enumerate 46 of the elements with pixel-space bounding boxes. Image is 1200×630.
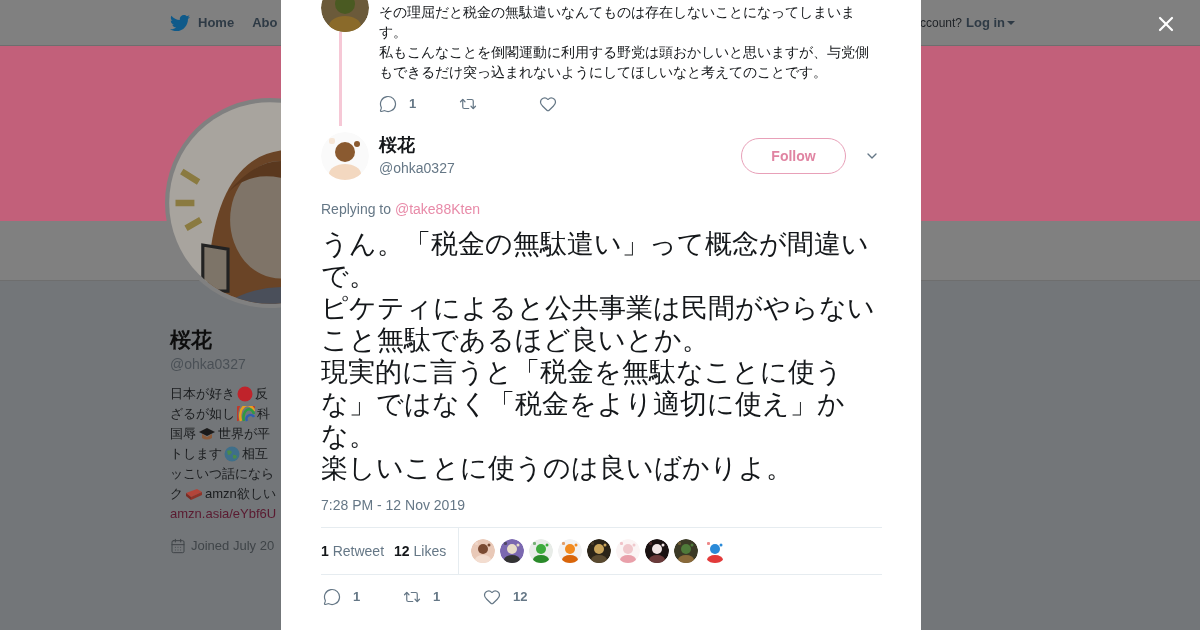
- bio-text: 相互: [242, 445, 268, 464]
- action-count: 12: [513, 588, 528, 606]
- graduation-cap-icon: [198, 426, 216, 442]
- brick-icon: [185, 487, 203, 501]
- bird-icon: [170, 12, 190, 33]
- author-handle: @ohka0327: [379, 159, 455, 178]
- like-icon[interactable]: [539, 94, 557, 113]
- tweet-text: その理屈だと税金の無駄遣いなんてものは存在しないことになってしまいます。: [379, 3, 856, 42]
- nav-link[interactable]: Home: [170, 12, 235, 33]
- mention-link[interactable]: @take88Kten: [394, 201, 480, 217]
- bio-text: トします: [170, 445, 222, 464]
- bio-text: amzn欲しい: [205, 485, 276, 504]
- stat-link[interactable]: 1 Retweet: [321, 540, 385, 562]
- replying-label: Replying to: [321, 201, 393, 217]
- tweet-text: 私もこんなことを倒閣運動に利用する野党は頭おかしいと思いますが、与党側もできるだけ突っ込まれないようにしてほしいなと考えてのことです。: [379, 43, 870, 82]
- circle-icon: [237, 386, 253, 402]
- bio-text: ク: [170, 485, 183, 504]
- rainbow-icon: [237, 406, 255, 422]
- tweet-timestamp: 7:28 PM - 12 Nov 2019: [321, 496, 466, 514]
- bio-text: 世界が平: [218, 425, 270, 444]
- tweet-text: ピケティによると公共事業は民間がやらないこと無駄であるほど良いとか。: [321, 292, 876, 356]
- caret-icon: [1007, 20, 1015, 25]
- like-icon[interactable]: [483, 587, 501, 606]
- account-prompt: ccount?: [919, 14, 962, 32]
- bio-text: ざるが如し: [170, 405, 235, 424]
- action-count: 1: [433, 588, 441, 606]
- profile-name: 桜花: [170, 327, 212, 353]
- tweet-text: 現実的に言うと「税金を無駄なことに使うな」ではなく「税金をより適切に使え」かな。: [321, 356, 846, 452]
- profile-link[interactable]: amzn.asia/eYbf6U: [170, 504, 277, 524]
- tweet-text: 楽しいことに使うのは良いばかりよ。: [321, 452, 794, 484]
- bio-text: 日本が好き: [170, 385, 235, 404]
- reply-icon[interactable]: [379, 94, 397, 113]
- login-button[interactable]: Log in: [966, 12, 1015, 33]
- action-count: 1: [409, 95, 417, 113]
- nav-link[interactable]: Abo: [252, 12, 278, 33]
- globe-icon: [224, 446, 240, 462]
- bio-text: 国辱: [170, 425, 196, 444]
- calendar-icon: [170, 537, 186, 554]
- bio-text: 反: [255, 385, 268, 404]
- tweet-text: うん。「税金の無駄遣い」って概念が間違いで。: [321, 228, 870, 292]
- reply-icon[interactable]: [323, 587, 341, 606]
- bio-text: ッこいつ話になら: [170, 465, 274, 484]
- action-count: 1: [353, 588, 361, 606]
- author-name: 桜花: [379, 134, 416, 156]
- bio-text: 科: [257, 405, 270, 424]
- stat-link[interactable]: 12 Likes: [394, 540, 447, 562]
